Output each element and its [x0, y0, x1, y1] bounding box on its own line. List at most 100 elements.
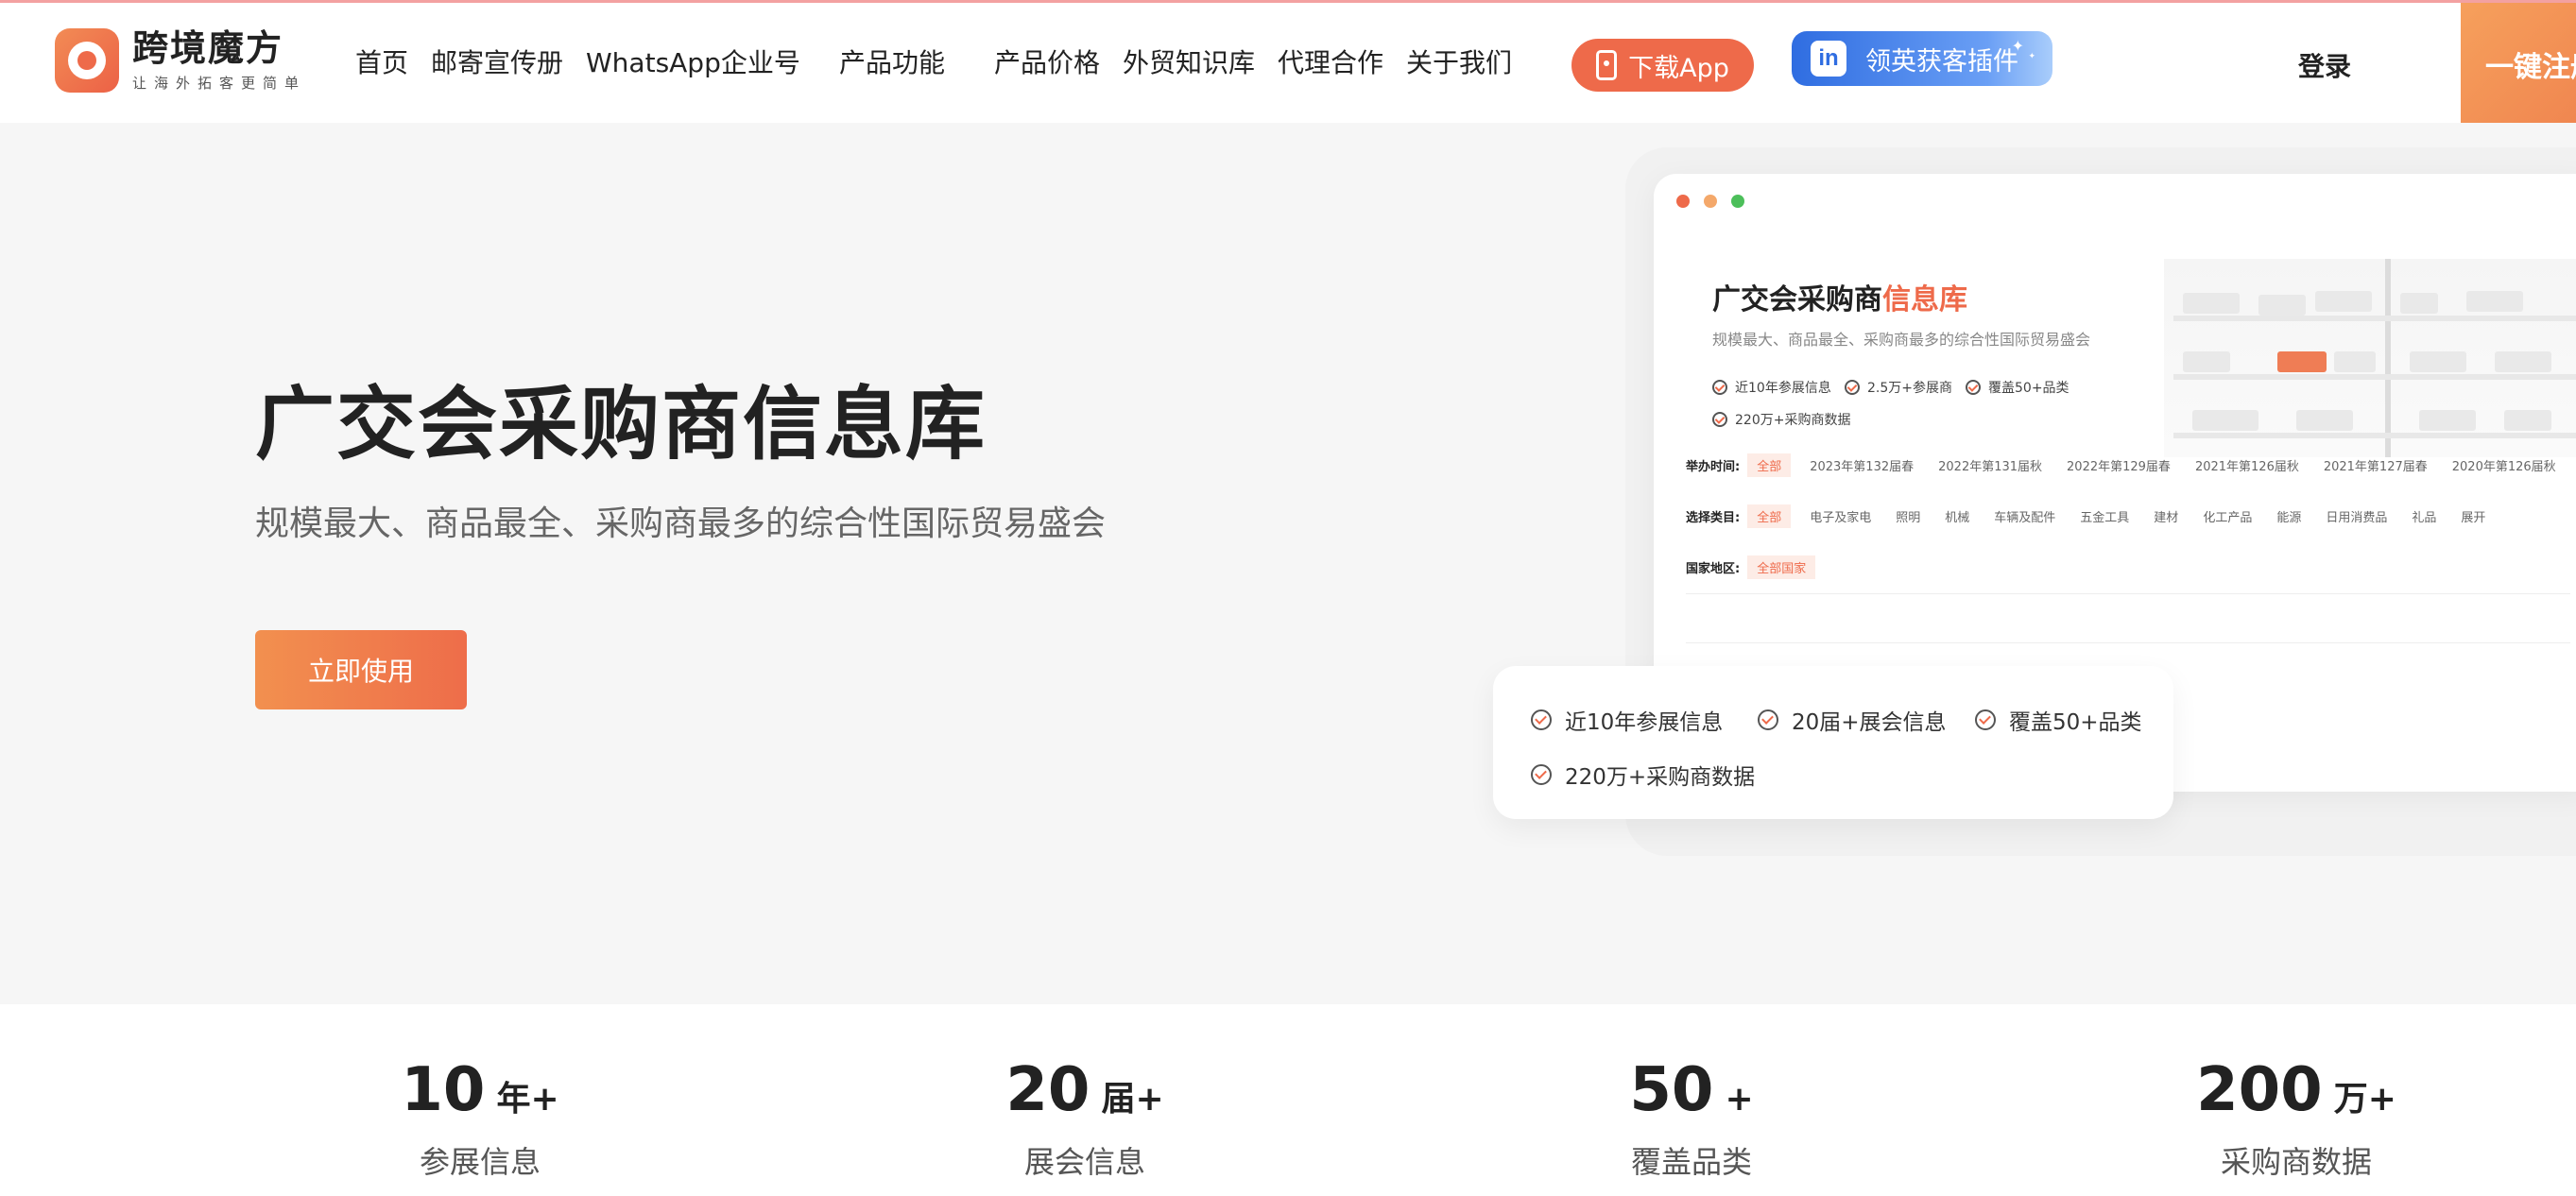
filter-time-option[interactable]: 2022年第129届春 [2067, 456, 2171, 474]
filter-category-option[interactable]: 建材 [2154, 507, 2178, 525]
nav-about[interactable]: 关于我们 [1406, 46, 1512, 80]
register-label: 一键注册 [2485, 51, 2576, 84]
stat-number: 10 年+ [291, 1055, 669, 1135]
check-circle-icon [1975, 709, 1996, 730]
linkedin-plugin-label: 领英获客插件 [1865, 46, 2018, 77]
check-circle-icon [1531, 764, 1552, 785]
login-link[interactable]: 登录 [2298, 46, 2351, 84]
stat-label: 覆盖品类 [1630, 1144, 1752, 1180]
check-circle-icon [1712, 412, 1727, 427]
check-circle-icon [1712, 380, 1727, 395]
download-app-label: 下载App [1628, 53, 1729, 83]
filter-time-option[interactable]: 2023年第132届春 [1810, 456, 1914, 474]
nav-home[interactable]: 首页 [355, 46, 408, 80]
linkedin-icon: in [1811, 41, 1846, 77]
preview-title: 广交会采购商信息库 [1712, 276, 1967, 317]
phone-icon [1596, 50, 1618, 80]
logo[interactable]: 跨境魔方 让海外拓客更简单 [55, 27, 306, 93]
filter-region-row: 国家地区: 全部国家 [1686, 555, 1834, 579]
filter-category-all[interactable]: 全部 [1747, 504, 1792, 528]
stat-value: 20 [1005, 1055, 1091, 1125]
register-button[interactable]: 一键注册 [2461, 3, 2576, 126]
feature-item-label: 20届+展会信息 [1792, 710, 1947, 735]
nav-whatsapp[interactable]: WhatsApp企业号 [586, 46, 800, 80]
stat-unit: 届+ [1101, 1080, 1164, 1119]
filter-category-option[interactable]: 能源 [2276, 507, 2301, 525]
shelf-image [2164, 259, 2576, 457]
filter-time-option[interactable]: 2020年第126届秋 [2452, 456, 2556, 474]
filter-time-option[interactable]: 2021年第127届春 [2324, 456, 2428, 474]
logo-name: 跨境魔方 [132, 27, 284, 69]
filter-category-option[interactable]: 照明 [1896, 507, 1920, 525]
nav-brochure[interactable]: 邮寄宣传册 [431, 46, 563, 80]
filter-category-expand[interactable]: 展开 [2461, 507, 2485, 525]
stat-unit: + [1725, 1080, 1754, 1119]
stat-label: 展会信息 [1023, 1144, 1145, 1180]
stat-number: 20 届+ [896, 1055, 1274, 1135]
site-header: 跨境魔方 让海外拓客更简单 首页 邮寄宣传册 WhatsApp企业号 产品功能 … [0, 0, 2576, 126]
check-circle-icon [1966, 380, 1981, 395]
feature-item: 覆盖50+品类 [1975, 704, 2142, 736]
stat-value: 200 [2196, 1055, 2323, 1125]
filter-category-row: 选择类目: 全部 电子及家电 照明 机械 车辆及配件 五金工具 建材 化工产品 … [1686, 504, 2510, 528]
filter-time-label: 举办时间: [1686, 460, 1741, 474]
stat-item: 20 届+ 展会信息 [896, 1055, 1274, 1182]
filter-category-option[interactable]: 机械 [1945, 507, 1969, 525]
filter-category-option[interactable]: 车辆及配件 [1994, 507, 2055, 525]
nav-knowledge[interactable]: 外贸知识库 [1123, 46, 1255, 80]
check-circle-icon [1758, 709, 1778, 730]
filter-time-row: 举办时间: 全部 2023年第132届春 2022年第131届秋 2022年第1… [1686, 453, 2576, 477]
check-circle-icon [1845, 380, 1860, 395]
stat-unit: 万+ [2333, 1080, 2396, 1119]
preview-feature-label: 覆盖50+品类 [1988, 381, 2069, 396]
stat-item: 200 万+ 采购商数据 [2107, 1055, 2485, 1182]
filter-category-option[interactable]: 五金工具 [2080, 507, 2129, 525]
preview-feature: 2.5万+参展商 [1845, 378, 1952, 397]
sparkle-icon: ✦ [2011, 37, 2024, 55]
window-dots [1676, 195, 1759, 208]
stats-section: 10 年+ 参展信息 20 届+ 展会信息 50 + 覆盖品类 200 万+ 采购商数据 [0, 1004, 2576, 1196]
filter-time-option[interactable]: 2022年第131届秋 [1938, 456, 2042, 474]
filter-time-all[interactable]: 全部 [1747, 453, 1792, 477]
preview-feature: 近10年参展信息 [1712, 378, 1831, 397]
preview-feature: 220万+采购商数据 [1712, 410, 1850, 429]
filter-category-option[interactable]: 礼品 [2412, 507, 2436, 525]
preview-feature-label: 2.5万+参展商 [1867, 381, 1952, 396]
download-app-button[interactable]: 下载App [1571, 39, 1754, 92]
window-dot-orange [1704, 195, 1717, 208]
hero-subtitle: 规模最大、商品最全、采购商最多的综合性国际贸易盛会 [255, 504, 1107, 543]
preview-title-main: 广交会采购商 [1712, 283, 1882, 316]
nav-pricing[interactable]: 产品价格 [994, 46, 1100, 80]
filter-category-label: 选择类目: [1686, 511, 1741, 525]
preview-title-highlight: 信息库 [1882, 283, 1967, 316]
logo-text: 跨境魔方 让海外拓客更简单 [132, 27, 306, 93]
stat-value: 50 [1629, 1055, 1714, 1125]
nav-features[interactable]: 产品功能 [839, 46, 945, 80]
filter-region-select[interactable]: 全部国家 [1747, 555, 1816, 579]
feature-item: 220万+采购商数据 [1531, 759, 1755, 791]
filter-time-option[interactable]: 2021年第126届秋 [2195, 456, 2299, 474]
feature-item-label: 220万+采购商数据 [1565, 765, 1756, 790]
filter-region-label: 国家地区: [1686, 562, 1741, 576]
filter-category-option[interactable]: 化工产品 [2203, 507, 2252, 525]
stat-number: 50 + [1503, 1055, 1880, 1135]
feature-item-label: 近10年参展信息 [1565, 710, 1724, 735]
window-dot-red [1676, 195, 1690, 208]
filter-category-option[interactable]: 电子及家电 [1810, 507, 1871, 525]
filter-category-option[interactable]: 日用消费品 [2326, 507, 2387, 525]
linkedin-plugin-button[interactable]: in 领英获客插件 ✦ ✦ [1792, 31, 2052, 86]
stat-label: 采购商数据 [2220, 1144, 2372, 1180]
hero-section: 广交会采购商信息库 规模最大、商品最全、采购商最多的综合性国际贸易盛会 立即使用 [0, 123, 2576, 1004]
divider [1686, 642, 2570, 643]
feature-item: 近10年参展信息 [1531, 704, 1723, 736]
preview-feature-label: 近10年参展信息 [1735, 381, 1831, 396]
stat-item: 10 年+ 参展信息 [291, 1055, 669, 1182]
sparkle-small-icon: ✦ [2028, 52, 2035, 61]
use-now-button[interactable]: 立即使用 [255, 630, 467, 709]
check-circle-icon [1531, 709, 1552, 730]
window-dot-green [1731, 195, 1744, 208]
divider [1686, 593, 2570, 594]
logo-icon [55, 27, 119, 93]
nav-agency[interactable]: 代理合作 [1278, 46, 1383, 80]
preview-feature: 覆盖50+品类 [1966, 378, 2069, 397]
